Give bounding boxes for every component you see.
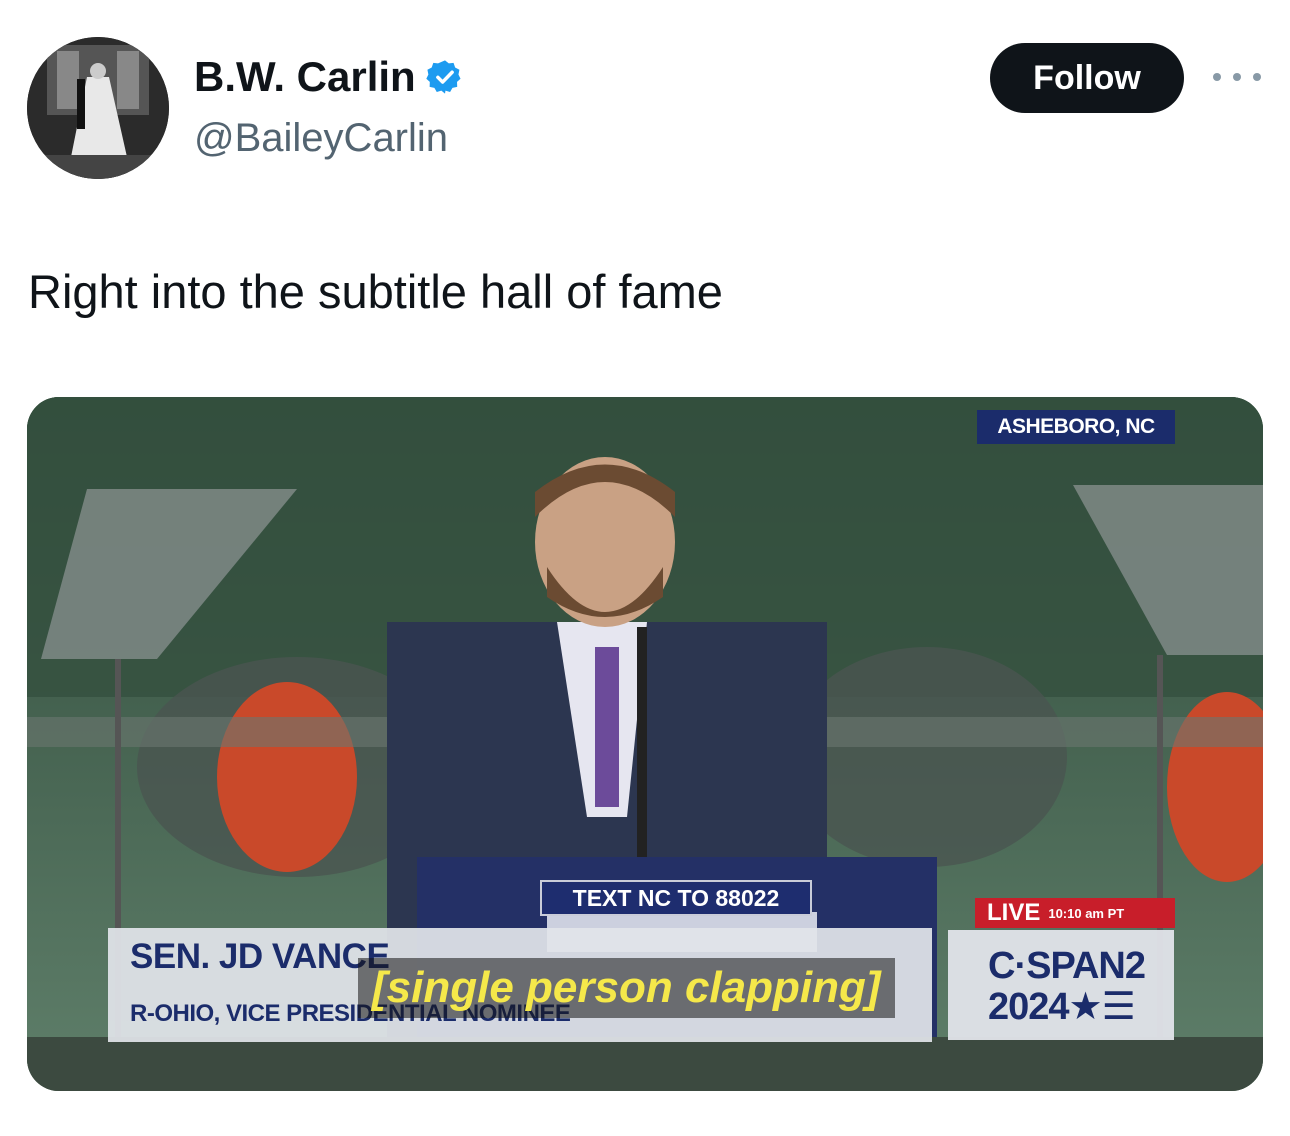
- author-handle[interactable]: @BaileyCarlin: [194, 114, 448, 162]
- caption-subtitle: [single person clapping]: [358, 958, 895, 1018]
- dot: [1233, 73, 1241, 81]
- avatar-photo: [27, 37, 169, 179]
- live-time: 10:10 am PT: [1048, 905, 1125, 921]
- live-label: LIVE: [987, 899, 1041, 926]
- follow-button[interactable]: Follow: [990, 43, 1184, 113]
- live-indicator: LIVE 10:10 am PT: [975, 898, 1175, 928]
- dot: [1253, 73, 1261, 81]
- author-name[interactable]: B.W. Carlin: [194, 52, 416, 102]
- network-name: C·SPAN2: [988, 945, 1146, 987]
- location-tag: ASHEBORO, NC: [977, 410, 1175, 444]
- dot: [1213, 73, 1221, 81]
- podium-sign-text: TEXT NC TO 88022: [540, 880, 812, 916]
- author-avatar[interactable]: [27, 37, 169, 179]
- lower-third-name: SEN. JD VANCE: [130, 937, 390, 976]
- network-year: 2024★☰: [988, 986, 1136, 1028]
- more-options-icon[interactable]: [1213, 62, 1261, 92]
- tweet-text: Right into the subtitle hall of fame: [28, 265, 723, 318]
- verified-badge-icon: [426, 60, 461, 94]
- author-name-row: B.W. Carlin: [194, 52, 464, 102]
